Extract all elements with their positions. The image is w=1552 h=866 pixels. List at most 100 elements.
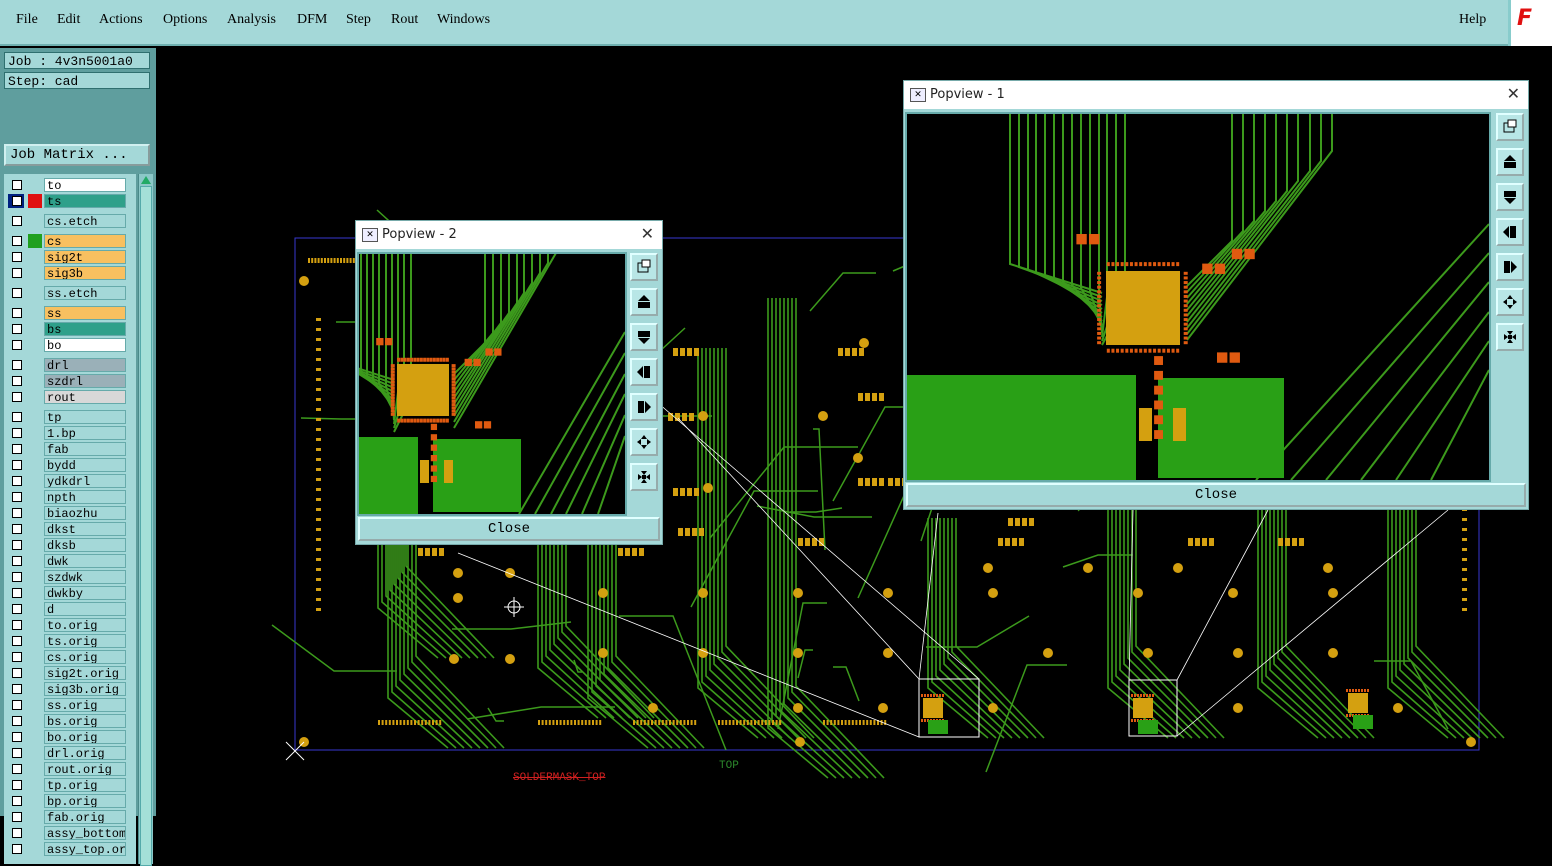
- layer-row-rout[interactable]: rout: [8, 390, 128, 404]
- layer-name[interactable]: dksb: [44, 538, 126, 552]
- popview-1-titlebar[interactable]: ✕ Popview - 1 ✕: [904, 81, 1528, 109]
- layer-checkbox[interactable]: [12, 476, 22, 486]
- layer-row-cs-orig[interactable]: cs.orig: [8, 650, 128, 664]
- layer-checkbox[interactable]: [12, 620, 22, 630]
- layer-name[interactable]: 1.bp: [44, 426, 126, 440]
- layer-checkbox[interactable]: [12, 732, 22, 742]
- layer-checkbox[interactable]: [12, 376, 22, 386]
- layer-checkbox[interactable]: [12, 340, 22, 350]
- layer-checkbox[interactable]: [12, 428, 22, 438]
- layer-checkbox[interactable]: [12, 684, 22, 694]
- pan-right-button[interactable]: [1496, 253, 1524, 281]
- layer-name[interactable]: d: [44, 602, 126, 616]
- layer-checkbox[interactable]: [12, 604, 22, 614]
- layer-name[interactable]: sig3b.orig: [44, 682, 126, 696]
- layer-row-biaozhu[interactable]: biaozhu: [8, 506, 128, 520]
- zoom-fit-button[interactable]: [630, 253, 658, 281]
- layer-row-drl[interactable]: drl: [8, 358, 128, 372]
- layer-name[interactable]: drl: [44, 358, 126, 372]
- layer-name[interactable]: to.orig: [44, 618, 126, 632]
- layer-name[interactable]: sig2t.orig: [44, 666, 126, 680]
- layer-checkbox[interactable]: [12, 252, 22, 262]
- menu-windows[interactable]: Windows: [437, 12, 490, 28]
- layer-name[interactable]: bs: [44, 322, 126, 336]
- layer-checkbox[interactable]: [12, 780, 22, 790]
- layer-checkbox[interactable]: [12, 748, 22, 758]
- menu-help[interactable]: Help: [1459, 12, 1486, 28]
- layer-row-ss-etch[interactable]: ss.etch: [8, 286, 128, 300]
- menu-options[interactable]: Options: [163, 12, 207, 28]
- layer-name[interactable]: cs.etch: [44, 214, 126, 228]
- layer-name[interactable]: bo: [44, 338, 126, 352]
- layer-checkbox[interactable]: [12, 444, 22, 454]
- layer-row-ss[interactable]: ss: [8, 306, 128, 320]
- layer-checkbox[interactable]: [12, 764, 22, 774]
- layer-row-dwkby[interactable]: dwkby: [8, 586, 128, 600]
- layer-row-bs-orig[interactable]: bs.orig: [8, 714, 128, 728]
- layer-name[interactable]: ss.orig: [44, 698, 126, 712]
- layer-row-npth[interactable]: npth: [8, 490, 128, 504]
- zoom-out-button[interactable]: [1496, 323, 1524, 351]
- layer-row-to-orig[interactable]: to.orig: [8, 618, 128, 632]
- layer-checkbox[interactable]: [12, 324, 22, 334]
- layer-name[interactable]: drl.orig: [44, 746, 126, 760]
- zoom-fit-button[interactable]: [1496, 113, 1524, 141]
- layer-row-sig2t-orig[interactable]: sig2t.orig: [8, 666, 128, 680]
- layer-row-szdrl[interactable]: szdrl: [8, 374, 128, 388]
- layer-row-bs[interactable]: bs: [8, 322, 128, 336]
- layer-checkbox[interactable]: [12, 196, 22, 206]
- menu-actions[interactable]: Actions: [99, 12, 143, 28]
- layer-row-to[interactable]: to: [8, 178, 128, 192]
- layer-row-ts-orig[interactable]: ts.orig: [8, 634, 128, 648]
- zoom-out-button[interactable]: [630, 463, 658, 491]
- layer-name[interactable]: npth: [44, 490, 126, 504]
- layer-name[interactable]: sig3b: [44, 266, 126, 280]
- layer-row-bo[interactable]: bo: [8, 338, 128, 352]
- layer-row-drl-orig[interactable]: drl.orig: [8, 746, 128, 760]
- layer-row-tp[interactable]: tp: [8, 410, 128, 424]
- layer-name[interactable]: ts: [44, 194, 126, 208]
- layer-name[interactable]: ss: [44, 306, 126, 320]
- layer-checkbox[interactable]: [12, 588, 22, 598]
- layer-row-sig3b[interactable]: sig3b: [8, 266, 128, 280]
- layer-checkbox[interactable]: [12, 540, 22, 550]
- layer-name[interactable]: assy_bottom: [44, 826, 126, 840]
- layer-checkbox[interactable]: [12, 844, 22, 854]
- layer-checkbox[interactable]: [12, 524, 22, 534]
- job-matrix-button[interactable]: Job Matrix ...: [4, 144, 150, 166]
- layer-name[interactable]: bo.orig: [44, 730, 126, 744]
- layer-name[interactable]: sig2t: [44, 250, 126, 264]
- layer-checkbox[interactable]: [12, 216, 22, 226]
- layer-name[interactable]: rout.orig: [44, 762, 126, 776]
- layer-checkbox[interactable]: [12, 812, 22, 822]
- layer-name[interactable]: dwkby: [44, 586, 126, 600]
- layer-row-sig2t[interactable]: sig2t: [8, 250, 128, 264]
- layer-name[interactable]: tp: [44, 410, 126, 424]
- popview-1-canvas[interactable]: [905, 112, 1491, 482]
- layer-name[interactable]: cs: [44, 234, 126, 248]
- layer-name[interactable]: rout: [44, 390, 126, 404]
- layer-checkbox[interactable]: [12, 716, 22, 726]
- layer-checkbox[interactable]: [12, 668, 22, 678]
- layer-checkbox[interactable]: [12, 308, 22, 318]
- layer-name[interactable]: bp.orig: [44, 794, 126, 808]
- layer-name[interactable]: bydd: [44, 458, 126, 472]
- layer-name[interactable]: to: [44, 178, 126, 192]
- pan-left-button[interactable]: [630, 358, 658, 386]
- layer-row-sig3b-orig[interactable]: sig3b.orig: [8, 682, 128, 696]
- layer-name[interactable]: szdrl: [44, 374, 126, 388]
- layer-checkbox[interactable]: [12, 508, 22, 518]
- layer-checkbox[interactable]: [12, 236, 22, 246]
- layer-row-bydd[interactable]: bydd: [8, 458, 128, 472]
- layer-row-1-bp[interactable]: 1.bp: [8, 426, 128, 440]
- menu-edit[interactable]: Edit: [57, 12, 80, 28]
- layer-checkbox[interactable]: [12, 288, 22, 298]
- layer-row-cs-etch[interactable]: cs.etch: [8, 214, 128, 228]
- layer-checkbox[interactable]: [12, 268, 22, 278]
- close-icon[interactable]: ✕: [641, 224, 654, 243]
- layer-row-cs[interactable]: cs: [8, 234, 128, 248]
- layer-row-assy-top-ori[interactable]: assy_top.ori: [8, 842, 128, 856]
- layer-checkbox[interactable]: [12, 492, 22, 502]
- layer-row-ts[interactable]: ts: [8, 194, 128, 208]
- pan-down-button[interactable]: [1496, 183, 1524, 211]
